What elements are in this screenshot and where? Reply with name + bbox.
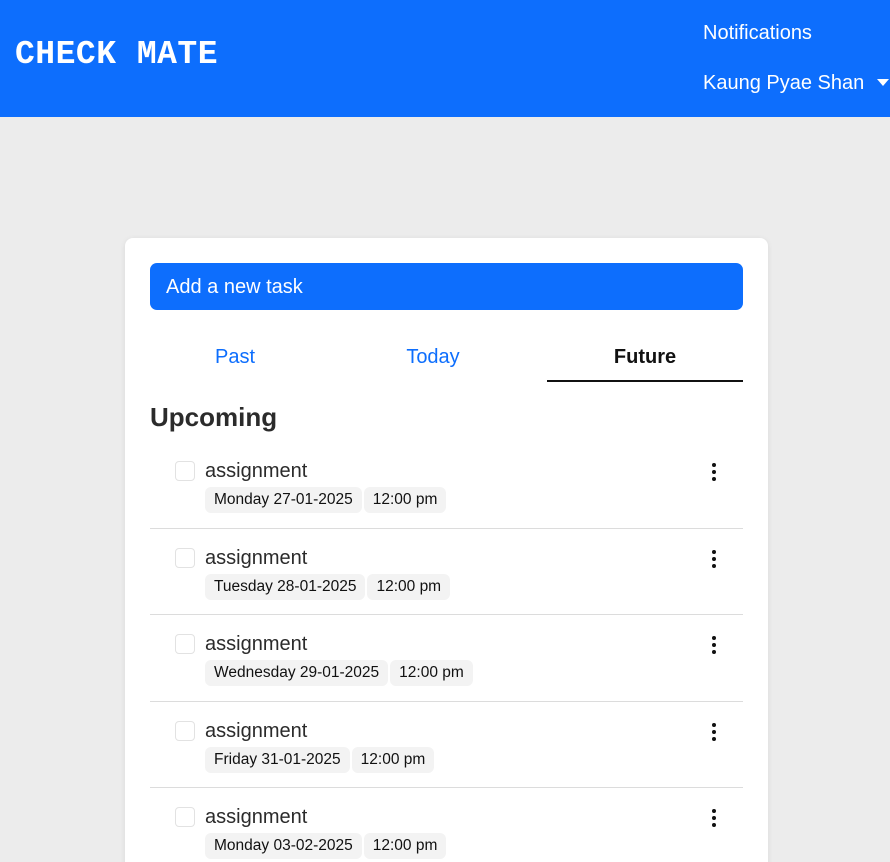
task-checkbox[interactable] <box>175 547 195 568</box>
task-card: Add a new task Past Today Future Upcomin… <box>125 238 768 862</box>
task-checkbox[interactable] <box>175 461 195 481</box>
task-date-badge: Friday 31-01-2025 <box>205 746 350 773</box>
task-meta: Tuesday 28-01-2025 12:00 pm <box>205 573 451 600</box>
task-title: assignment <box>205 546 308 569</box>
more-options-icon[interactable] <box>708 549 720 571</box>
tab-future[interactable]: Future <box>547 338 743 382</box>
more-options-icon[interactable] <box>708 462 720 484</box>
task-meta: Wednesday 29-01-2025 12:00 pm <box>205 660 473 686</box>
task-item: assignment Wednesday 29-01-2025 12:00 pm <box>150 615 743 702</box>
task-checkbox[interactable] <box>175 807 195 827</box>
task-title: assignment <box>205 633 308 655</box>
task-tabs: Past Today Future <box>150 338 743 382</box>
task-date-badge: Monday 03-02-2025 <box>205 833 362 859</box>
add-task-button[interactable]: Add a new task <box>150 263 743 310</box>
more-options-icon[interactable] <box>708 722 720 744</box>
task-time-badge: 12:00 pm <box>367 573 451 600</box>
user-name: Kaung Pyae Shan <box>703 72 865 94</box>
task-list: assignment Monday 27-01-2025 12:00 pm as… <box>150 442 743 862</box>
task-time-badge: 12:00 pm <box>363 833 447 859</box>
task-checkbox[interactable] <box>175 634 195 654</box>
task-date-badge: Wednesday 29-01-2025 <box>205 660 389 686</box>
task-item: assignment Friday 31-01-2025 12:00 pm <box>150 702 743 788</box>
brand-logo[interactable]: CHECK MATE <box>15 36 218 73</box>
tab-past[interactable]: Past <box>150 338 320 382</box>
task-checkbox[interactable] <box>175 720 195 741</box>
caret-down-icon <box>877 79 890 86</box>
task-item: assignment Monday 27-01-2025 12:00 pm <box>150 442 743 529</box>
navbar: CHECK MATE Notifications Kaung Pyae Shan <box>0 0 890 117</box>
user-menu-dropdown[interactable]: Kaung Pyae Shan <box>703 72 890 95</box>
task-time-badge: 12:00 pm <box>351 746 435 773</box>
task-meta: Monday 03-02-2025 12:00 pm <box>205 833 447 859</box>
task-time-badge: 12:00 pm <box>390 660 473 686</box>
tab-today[interactable]: Today <box>334 338 532 382</box>
more-options-icon[interactable] <box>708 635 720 657</box>
task-meta: Friday 31-01-2025 12:00 pm <box>205 746 435 773</box>
task-title: assignment <box>205 806 308 828</box>
task-item: assignment Monday 03-02-2025 12:00 pm <box>150 788 743 862</box>
section-title: Upcoming <box>150 402 278 432</box>
notifications-link[interactable]: Notifications <box>703 22 812 45</box>
task-time-badge: 12:00 pm <box>363 487 447 513</box>
task-date-badge: Monday 27-01-2025 <box>205 487 362 513</box>
task-title: assignment <box>205 719 308 742</box>
task-date-badge: Tuesday 28-01-2025 <box>205 573 366 600</box>
task-title: assignment <box>205 460 308 482</box>
more-options-icon[interactable] <box>708 808 720 830</box>
task-meta: Monday 27-01-2025 12:00 pm <box>205 487 447 513</box>
task-item: assignment Tuesday 28-01-2025 12:00 pm <box>150 529 743 615</box>
